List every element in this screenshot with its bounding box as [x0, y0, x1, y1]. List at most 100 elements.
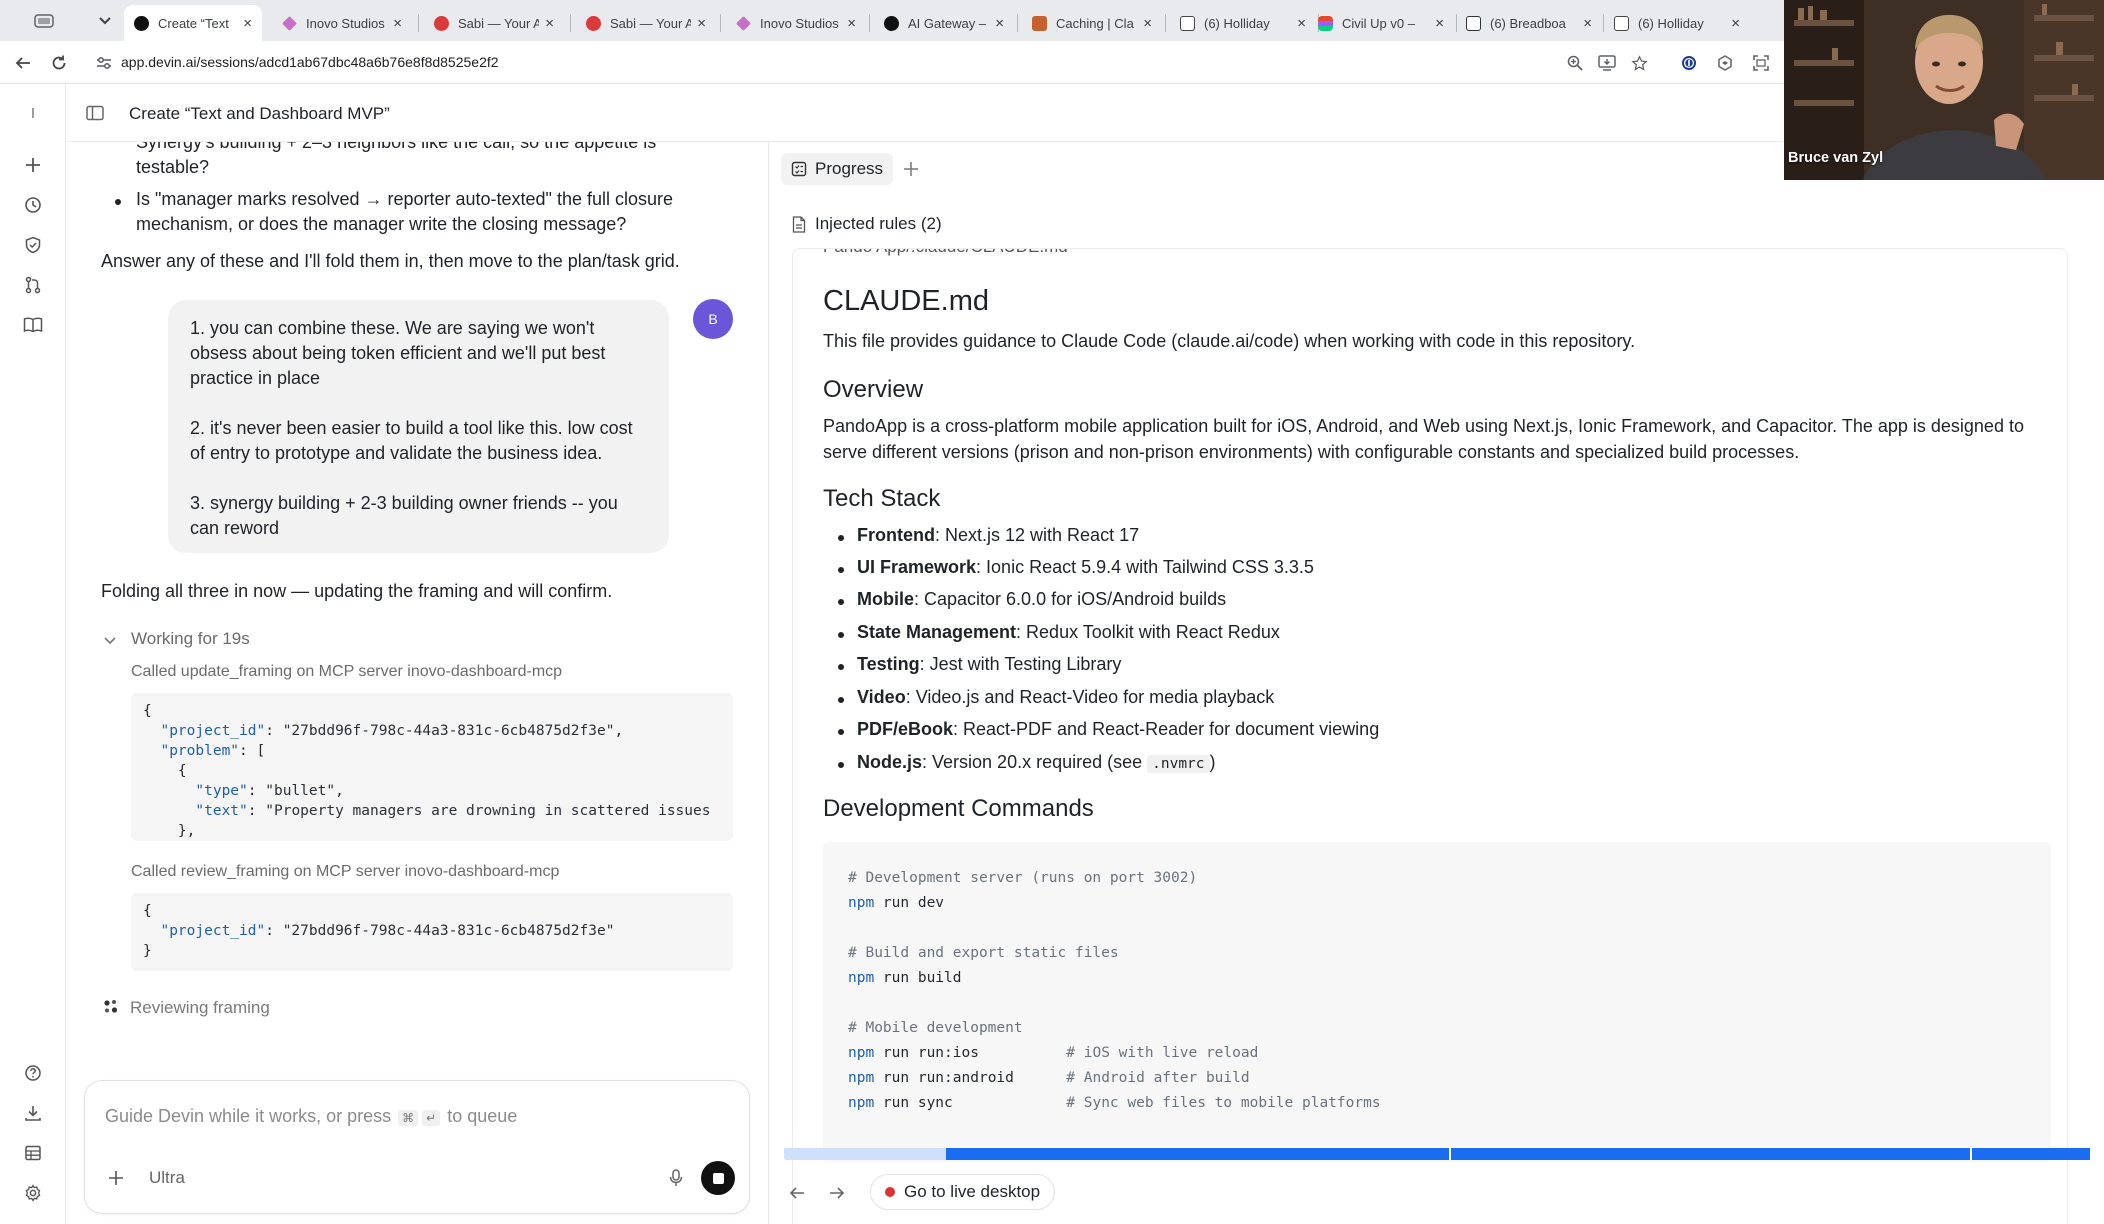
history-clock-icon[interactable]	[20, 192, 46, 218]
tab-search-chevron-icon[interactable]	[95, 10, 115, 32]
json-key: "type"	[195, 783, 248, 799]
json-value: "27bdd96f-798c-44a3-831c-6cb4875d2f3e"	[282, 723, 615, 739]
close-tab-icon[interactable]: ×	[847, 15, 856, 32]
tab-ai-gateway[interactable]: AI Gateway – ×	[874, 5, 1014, 41]
tab-caching-claude[interactable]: Caching | Cla ×	[1022, 5, 1162, 41]
close-tab-icon[interactable]: ×	[995, 15, 1004, 32]
attach-plus-icon[interactable]	[105, 1167, 127, 1189]
assistant-bullet-text: Is "manager marks resolved → reporter au…	[136, 189, 674, 209]
tab-separator	[1017, 14, 1018, 32]
download-icon[interactable]	[20, 1100, 46, 1126]
password-manager-icon[interactable]	[1677, 51, 1701, 75]
command-key-hint: ⌘	[398, 1110, 419, 1126]
json-key: "text"	[195, 803, 248, 819]
table-grid-icon[interactable]	[20, 1140, 46, 1166]
list-bullet	[838, 729, 844, 735]
tab-label: Sabi — Your A	[610, 15, 692, 31]
tech-name: PDF/eBook	[857, 719, 954, 739]
tab-inovo-studios-2[interactable]: Inovo Studios ×	[726, 5, 866, 41]
thinking-dots-icon	[102, 998, 120, 1016]
back-arrow-icon[interactable]	[9, 49, 37, 77]
tab-sabi-1[interactable]: Sabi — Your A ×	[424, 5, 564, 41]
site-info-icon[interactable]	[92, 51, 116, 75]
code-args: run run:android	[874, 1070, 1014, 1086]
tab-sabi-2[interactable]: Sabi — Your A ×	[576, 5, 716, 41]
working-status[interactable]: Working for 19s	[131, 629, 250, 649]
timeline-back-arrow-icon[interactable]	[784, 1180, 810, 1206]
stop-button[interactable]	[701, 1161, 735, 1195]
screen-capture-icon[interactable]	[1749, 51, 1773, 75]
tech-detail: : Video.js and React-Video for media pla…	[905, 687, 1275, 707]
user-message-paragraph: 3. synergy building + 2-3 building owner…	[190, 493, 618, 538]
pull-request-icon[interactable]	[20, 272, 46, 298]
security-shield-icon[interactable]	[20, 232, 46, 258]
go-to-live-desktop-button[interactable]: Go to live desktop	[870, 1174, 1056, 1210]
message-composer: Guide Devin while it works, or press ⌘ ↵ …	[84, 1080, 750, 1214]
list-bullet	[838, 567, 844, 573]
json-value: "27bdd96f-798c-44a3-831c-6cb4875d2f3e"	[282, 923, 615, 939]
close-tab-icon[interactable]: ×	[243, 15, 252, 32]
close-tab-icon[interactable]: ×	[545, 15, 554, 32]
list-bullet	[838, 697, 844, 703]
tab-inovo-studios[interactable]: Inovo Studios ×	[272, 5, 412, 41]
assistant-text-partial: testable?	[136, 157, 210, 177]
json-value: "Property managers are drowning in scatt…	[265, 803, 711, 819]
close-tab-icon[interactable]: ×	[1143, 15, 1152, 32]
bookmark-star-icon[interactable]	[1627, 51, 1651, 75]
tab-holliday-1[interactable]: (6) Holliday ×	[1170, 5, 1316, 41]
close-tab-icon[interactable]: ×	[1297, 15, 1306, 32]
tab-civil-up[interactable]: Civil Up v0 – ×	[1308, 5, 1454, 41]
tab-overview-icon[interactable]	[30, 10, 58, 32]
inovo-favicon-icon	[282, 15, 297, 31]
microphone-icon[interactable]	[665, 1167, 687, 1189]
settings-gear-icon[interactable]	[20, 1180, 46, 1206]
help-icon[interactable]	[20, 1060, 46, 1086]
tab-label: (6) Holliday	[1638, 15, 1704, 31]
collapse-chevron-icon[interactable]	[102, 633, 118, 649]
tool-call-label[interactable]: Called update_framing on MCP server inov…	[131, 663, 562, 681]
session-title[interactable]: Create “Text and Dashboard MVP”	[129, 104, 390, 124]
tab-label: Sabi — Your A	[458, 15, 540, 31]
doc-intro: This file provides guidance to Claude Co…	[823, 331, 1636, 351]
composer-input[interactable]: Guide Devin while it works, or press ⌘ ↵ …	[105, 1106, 517, 1127]
close-tab-icon[interactable]: ×	[697, 15, 706, 32]
code-args: run dev	[874, 895, 945, 911]
tab-holliday-2[interactable]: (6) Holliday ×	[1604, 5, 1750, 41]
tab-breadboard[interactable]: (6) Breadboa ×	[1456, 5, 1602, 41]
tab-progress[interactable]: Progress	[781, 153, 894, 185]
tech-stack-item: Testing: Jest with Testing Library	[857, 654, 1121, 675]
timeline-forward-arrow-icon[interactable]	[824, 1180, 850, 1206]
list-bullet	[838, 632, 844, 638]
json-key: "project_id"	[160, 723, 266, 739]
tab-separator	[418, 14, 419, 32]
close-tab-icon[interactable]: ×	[393, 15, 402, 32]
add-tab-plus-icon[interactable]	[900, 158, 922, 180]
injected-rules-header[interactable]: Injected rules (2)	[792, 214, 942, 234]
close-tab-icon[interactable]: ×	[1583, 15, 1592, 32]
address-bar-url[interactable]: app.devin.ai/sessions/adcd1ab67dbc48a6b7…	[121, 54, 499, 70]
tab-label: Inovo Studios	[306, 15, 385, 31]
tech-stack-item: UI Framework: Ionic React 5.9.4 with Tai…	[857, 557, 1314, 578]
toggle-sidebar-icon[interactable]	[84, 102, 106, 124]
close-tab-icon[interactable]: ×	[1435, 15, 1444, 32]
video-call-overlay[interactable]: Bruce van Zyl	[1784, 0, 2104, 180]
extension-icon[interactable]	[1713, 51, 1737, 75]
workspace-initial[interactable]: I	[20, 100, 46, 126]
tech-name: Testing	[857, 654, 920, 674]
zoom-icon[interactable]	[1563, 51, 1587, 75]
json-key: "project_id"	[160, 923, 266, 939]
tool-call-label[interactable]: Called review_framing on MCP server inov…	[131, 863, 559, 881]
close-tab-icon[interactable]: ×	[1731, 15, 1740, 32]
json-brace: {	[143, 703, 152, 719]
install-app-icon[interactable]	[1595, 51, 1619, 75]
new-session-plus-icon[interactable]	[20, 152, 46, 178]
tech-stack-item: Mobile: Capacitor 6.0.0 for iOS/Android …	[857, 589, 1226, 610]
timeline-scrubber[interactable]	[784, 1148, 2090, 1160]
tech-detail: : Next.js 12 with React 17	[935, 525, 1140, 545]
inovo-favicon-icon	[736, 15, 751, 31]
reload-icon[interactable]	[45, 49, 73, 77]
docs-book-icon[interactable]	[20, 312, 46, 338]
model-selector[interactable]: Ultra	[149, 1168, 185, 1188]
assistant-text-partial: Synergy's building + 2–3 neighbors like …	[136, 142, 657, 152]
tab-devin-session[interactable]: Create “Text ×	[124, 5, 262, 41]
